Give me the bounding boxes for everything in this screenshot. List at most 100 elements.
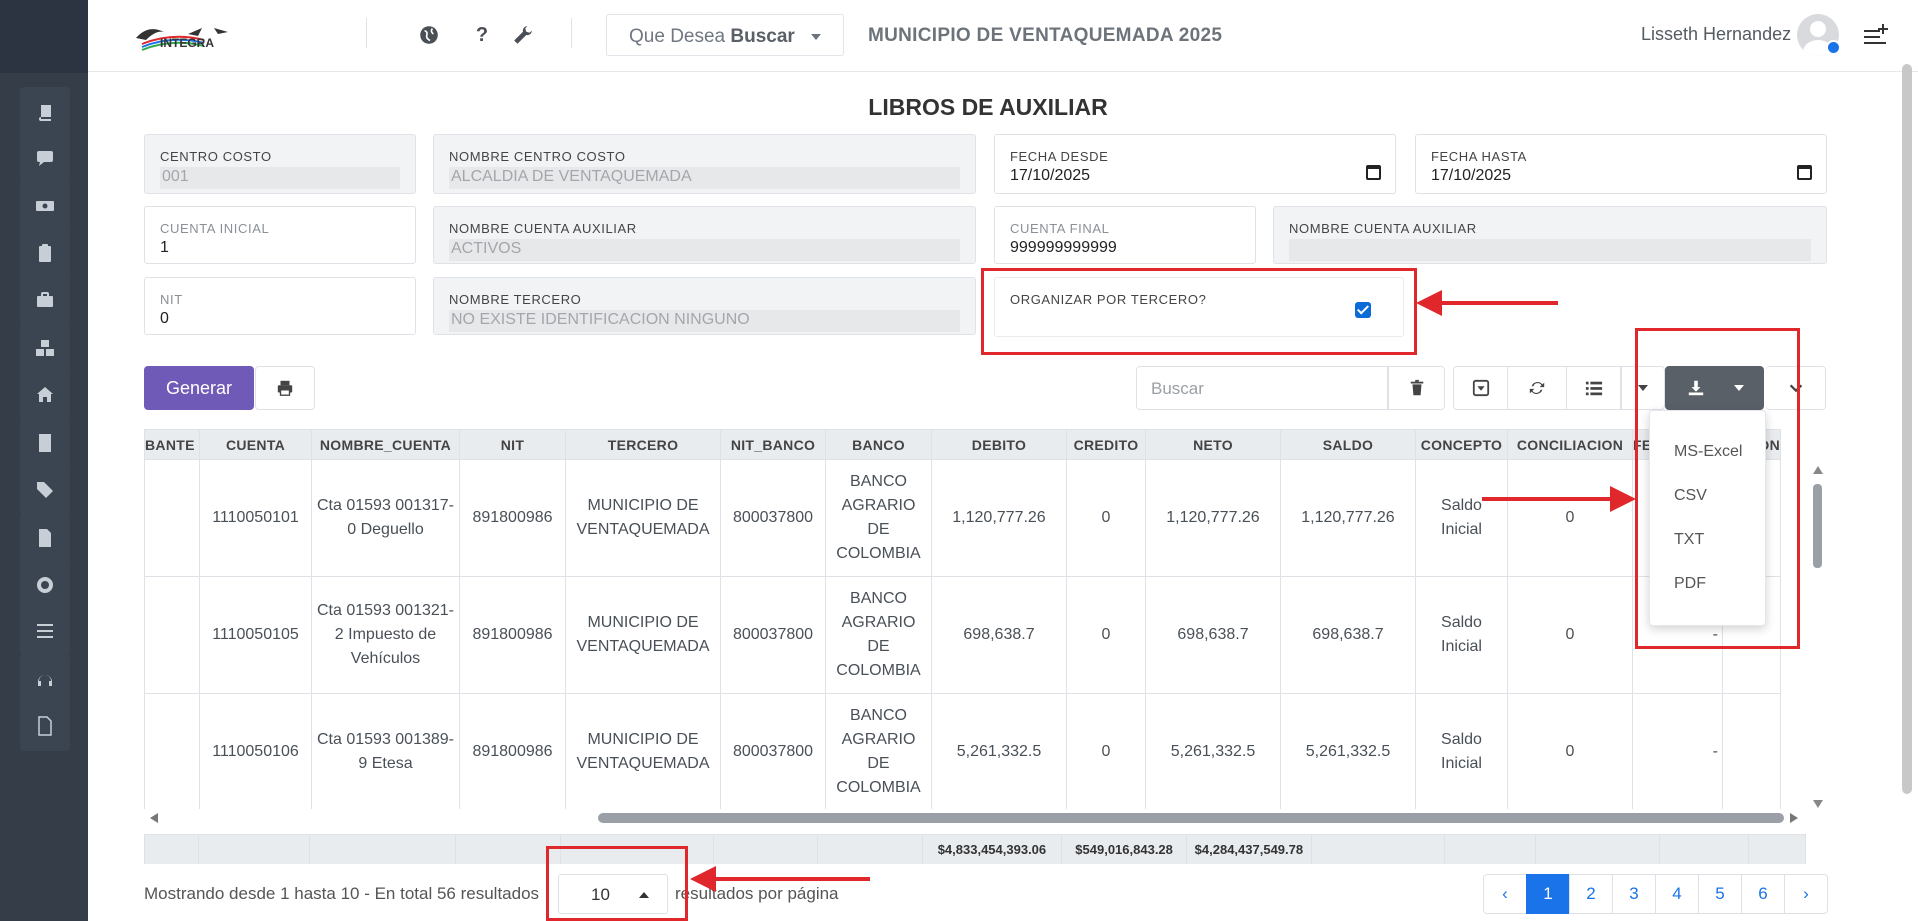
column-header[interactable]: DEBITO <box>931 429 1067 460</box>
headphones-icon[interactable] <box>20 655 70 705</box>
search-select-bold: Buscar <box>730 26 795 47</box>
cell-concepto: Saldo Inicial <box>1415 459 1508 577</box>
scroll-up-icon[interactable] <box>1813 466 1823 474</box>
page-button[interactable]: 2 <box>1569 874 1613 914</box>
column-header[interactable]: NIT_BANCO <box>720 429 826 460</box>
annotation-arrow-line <box>716 877 870 881</box>
table-search-input[interactable]: Buscar <box>1136 366 1388 410</box>
scroll-thumb[interactable] <box>1813 484 1822 568</box>
briefcase-icon[interactable] <box>20 275 70 325</box>
cell-bante <box>144 576 200 694</box>
toggle-view-button[interactable] <box>1453 366 1508 410</box>
refresh-button[interactable] <box>1507 366 1567 410</box>
page-button[interactable]: 6 <box>1741 874 1785 914</box>
cell-nit-banco: 800037800 <box>720 576 826 694</box>
column-header[interactable]: CREDITO <box>1066 429 1146 460</box>
page-button[interactable]: 4 <box>1655 874 1699 914</box>
home-icon[interactable] <box>20 370 70 420</box>
integra-logo[interactable]: INTEGRA <box>128 20 248 54</box>
help-icon[interactable]: ? <box>469 22 495 48</box>
cuenta-final-field[interactable]: CUENTA FINAL 999999999999 <box>994 206 1256 264</box>
total-credito: $549,016,843.28 <box>1061 834 1187 864</box>
page-prev-button[interactable]: ‹ <box>1483 874 1527 914</box>
total-neto: $4,284,437,549.78 <box>1185 834 1312 864</box>
nombre-cuenta-auxiliar-final-value <box>1289 239 1811 261</box>
calendar-icon[interactable] <box>1797 165 1812 180</box>
column-header[interactable]: NOMBRE_CUENTA <box>311 429 460 460</box>
nombre-tercero-field[interactable]: NOMBRE TERCERO NO EXISTE IDENTIFICACION … <box>433 277 976 335</box>
fecha-hasta-label: FECHA HASTA <box>1431 149 1527 164</box>
online-status-dot <box>1826 40 1841 55</box>
print-button[interactable] <box>255 366 315 410</box>
centro-costo-field[interactable]: CENTRO COSTO 001 <box>144 134 416 194</box>
fecha-hasta-field[interactable]: FECHA HASTA 17/10/2025 <box>1415 134 1827 194</box>
cuenta-final-value: 999999999999 <box>1010 239 1117 256</box>
file-icon[interactable] <box>20 513 70 563</box>
page-title: LIBROS DE AUXILIAR <box>868 94 1108 120</box>
column-header[interactable]: CONCEPTO <box>1415 429 1508 460</box>
cell-debito: 1,120,777.26 <box>931 459 1067 577</box>
scroll-left-icon[interactable] <box>150 813 158 823</box>
annotation-arrow-line <box>1440 301 1558 305</box>
generar-button[interactable]: Generar <box>144 366 254 410</box>
scroll-down-icon[interactable] <box>1813 800 1823 808</box>
table-horizontal-scrollbar[interactable] <box>144 810 1804 826</box>
column-header[interactable]: CONCILIACION <box>1507 429 1633 460</box>
cuenta-inicial-label: CUENTA INICIAL <box>160 221 270 236</box>
scroll-thumb[interactable] <box>598 813 1784 823</box>
column-header[interactable]: BANTE <box>144 429 200 460</box>
column-header[interactable]: CUENTA <box>199 429 312 460</box>
page-scrollbar[interactable] <box>1902 64 1912 794</box>
table-row[interactable]: 1110050101 Cta 01593 001317-0 Deguello 8… <box>144 459 1781 577</box>
user-name[interactable]: Lisseth Hernandez <box>1641 24 1791 45</box>
nombre-cuenta-auxiliar-final-field[interactable]: NOMBRE CUENTA AUXILIAR <box>1273 206 1827 264</box>
fecha-desde-field[interactable]: FECHA DESDE 17/10/2025 <box>994 134 1396 194</box>
page-next-button[interactable]: › <box>1784 874 1828 914</box>
cell-credito: 0 <box>1066 459 1146 577</box>
table-vertical-scrollbar[interactable] <box>1811 466 1825 808</box>
centro-costo-label: CENTRO COSTO <box>160 149 272 164</box>
total-debito: $4,833,454,393.06 <box>921 834 1063 864</box>
building-icon[interactable] <box>20 418 70 468</box>
money-icon[interactable] <box>20 181 70 231</box>
nit-field[interactable]: NIT 0 <box>144 277 416 335</box>
annotation-box-per-page <box>546 846 688 921</box>
table-row[interactable]: 1110050105 Cta 01593 001321-2 Impuesto d… <box>144 576 1781 694</box>
column-header[interactable]: TERCERO <box>565 429 721 460</box>
comment-icon[interactable] <box>20 133 70 183</box>
table-row[interactable]: 1110050106 Cta 01593 001389-9 Etesa 8918… <box>144 693 1781 809</box>
column-header[interactable]: SALDO <box>1280 429 1416 460</box>
cubes-icon[interactable] <box>20 323 70 373</box>
list-icon[interactable] <box>20 606 70 656</box>
calendar-icon[interactable] <box>1366 165 1381 180</box>
cell-nombre-cuenta: Cta 01593 001389-9 Etesa <box>311 693 460 809</box>
menu-plus-icon[interactable] <box>1864 24 1890 46</box>
nombre-centro-costo-field[interactable]: NOMBRE CENTRO COSTO ALCALDIA DE VENTAQUE… <box>433 134 976 194</box>
cell-concepto: Saldo Inicial <box>1415 576 1508 694</box>
page-button[interactable]: 1 <box>1526 874 1570 914</box>
cuenta-inicial-field[interactable]: CUENTA INICIAL 1 <box>144 206 416 264</box>
globe-icon[interactable] <box>416 22 442 48</box>
page-button[interactable]: 5 <box>1698 874 1742 914</box>
columns-button[interactable] <box>1566 366 1621 410</box>
pdf-file-icon[interactable] <box>20 701 70 751</box>
clear-search-button[interactable] <box>1388 366 1445 410</box>
nombre-cuenta-auxiliar-field[interactable]: NOMBRE CUENTA AUXILIAR ACTIVOS <box>433 206 976 264</box>
scroll-right-icon[interactable] <box>1790 813 1798 823</box>
page-button[interactable]: 3 <box>1612 874 1656 914</box>
book-icon[interactable] <box>20 87 70 137</box>
clipboard-icon[interactable] <box>20 228 70 278</box>
annotation-box-export <box>1635 328 1800 649</box>
column-header[interactable]: NETO <box>1145 429 1281 460</box>
column-header[interactable]: BANCO <box>825 429 932 460</box>
cell-fecha: - <box>1632 693 1723 809</box>
wrench-icon[interactable] <box>510 22 536 48</box>
global-search-select[interactable]: Que Desea Buscar <box>606 14 844 56</box>
column-header[interactable]: NIT <box>459 429 566 460</box>
fecha-desde-value: 17/10/2025 <box>1010 167 1091 184</box>
cell-debito: 5,261,332.5 <box>931 693 1067 809</box>
cell-neto: 1,120,777.26 <box>1145 459 1281 577</box>
lifebuoy-icon[interactable] <box>20 560 70 610</box>
tags-icon[interactable] <box>20 465 70 515</box>
cell-debito: 698,638.7 <box>931 576 1067 694</box>
